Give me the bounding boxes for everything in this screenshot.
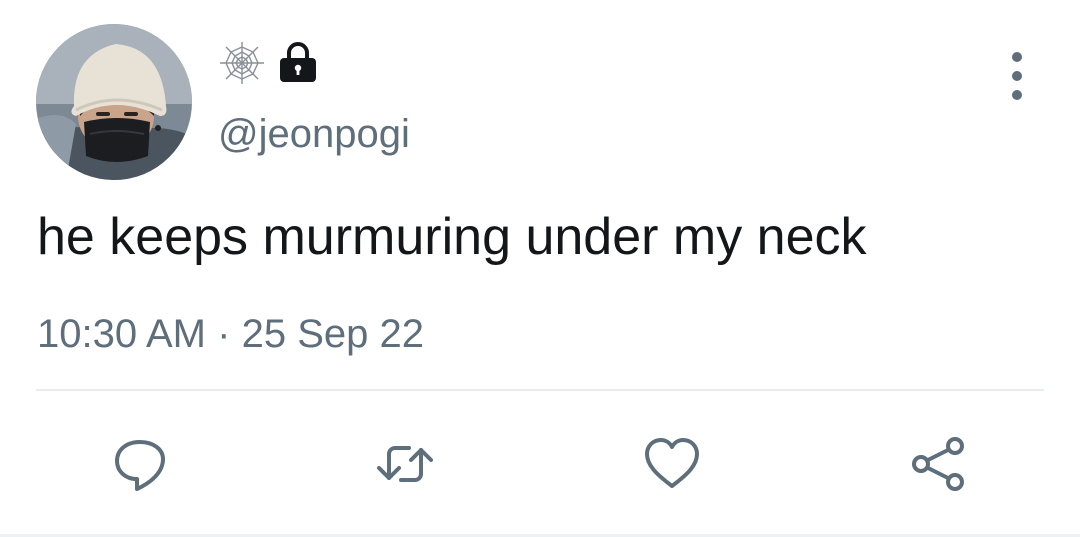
user-handle[interactable]: @jeonpogi	[218, 110, 410, 158]
reply-icon	[115, 440, 165, 491]
share-button[interactable]	[908, 434, 968, 494]
retweet-icon	[377, 446, 433, 482]
tweet-text: he keeps murmuring under my neck	[37, 208, 867, 266]
share-icon	[912, 437, 964, 491]
name-row	[218, 40, 318, 86]
divider	[36, 389, 1044, 391]
meta-separator: ·	[217, 312, 231, 356]
lock-icon	[278, 42, 318, 84]
like-icon	[645, 438, 699, 488]
avatar[interactable]	[36, 24, 192, 180]
spider-web-icon	[218, 40, 266, 86]
more-options-icon[interactable]	[1003, 52, 1031, 100]
like-button[interactable]	[642, 434, 702, 494]
tweet-timestamp: 10:30 AM · 25 Sep 22	[37, 310, 424, 358]
avatar-photo	[36, 24, 192, 180]
tweet-card: @jeonpogi he keeps murmuring under my ne…	[0, 0, 1080, 537]
tweet-time: 10:30 AM	[37, 312, 207, 356]
reply-button[interactable]	[110, 434, 170, 494]
retweet-button[interactable]	[375, 434, 435, 494]
tweet-date: 25 Sep 22	[241, 312, 424, 356]
